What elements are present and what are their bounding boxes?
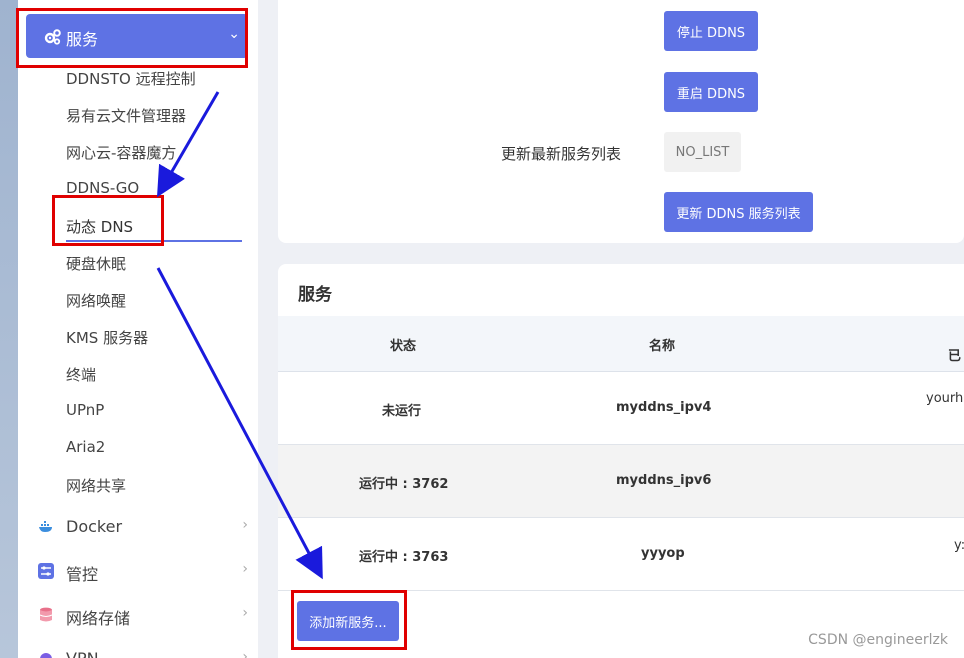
table-row: 运行中 : 3763 yyyop y:: [278, 518, 964, 591]
row-name: yyyop: [641, 546, 685, 561]
database-icon: [39, 607, 53, 622]
sidebar-item-label: 管控: [66, 565, 99, 584]
sidebar-item-wake-on-lan[interactable]: 网络唤醒: [66, 290, 126, 311]
table-row: 运行中 : 3762 myddns_ipv6: [278, 445, 964, 518]
sidebar-item-ddnsto[interactable]: DDNSTO 远程控制: [66, 68, 196, 89]
chevron-right-icon: ›: [242, 517, 248, 533]
sidebar-item-yiyouyun[interactable]: 易有云文件管理器: [66, 105, 186, 126]
sidebar-item-upnp[interactable]: UPnP: [66, 401, 104, 419]
sidebar-item-label: Docker: [66, 517, 123, 536]
column-extra: 已: [948, 349, 962, 364]
chevron-right-icon: ›: [242, 561, 248, 577]
row-extra: yourh: [926, 391, 964, 406]
row-extra: y:: [954, 538, 964, 553]
stop-ddns-button[interactable]: 停止 DDNS: [664, 11, 758, 51]
services-title: 服务: [298, 285, 332, 305]
row-name: myddns_ipv4: [616, 400, 712, 415]
sidebar-item-label: 网络存储: [66, 609, 131, 628]
update-list-label: 更新最新服务列表: [501, 145, 622, 163]
column-name: 名称: [649, 339, 676, 354]
update-service-list-button[interactable]: 更新 DDNS 服务列表: [664, 192, 813, 232]
chevron-right-icon: ›: [242, 649, 248, 658]
watermark: CSDN @engineerlzk: [808, 632, 948, 648]
sidebar-item-vpn[interactable]: VPN ›: [38, 647, 248, 658]
sidebar-item-docker[interactable]: Docker ›: [38, 515, 248, 539]
sidebar-item-network-share[interactable]: 网络共享: [66, 475, 126, 496]
sliders-icon: [38, 563, 54, 579]
sidebar-item-kms[interactable]: KMS 服务器: [66, 327, 148, 348]
table-row: 未运行 myddns_ipv4 yourh: [278, 372, 964, 445]
sidebar: 服务 ⌄ DDNSTO 远程控制 易有云文件管理器 网心云-容器魔方 DDNS-…: [18, 0, 258, 658]
vpn-icon: [40, 653, 52, 658]
sidebar-item-terminal[interactable]: 终端: [66, 364, 96, 385]
docker-icon: [39, 521, 52, 532]
row-name: myddns_ipv6: [616, 473, 712, 488]
ddns-control-panel: 停止 DDNS 重启 DDNS 更新最新服务列表 NO_LIST 更新 DDNS…: [278, 0, 964, 243]
annotation-highlight-add-button: [291, 590, 407, 650]
column-status: 状态: [390, 339, 417, 354]
row-status: 运行中 : 3762: [359, 477, 449, 492]
sidebar-item-aria2[interactable]: Aria2: [66, 438, 105, 456]
annotation-highlight-services: [16, 8, 248, 68]
sidebar-item-control[interactable]: 管控 ›: [38, 559, 248, 584]
sidebar-item-label: VPN: [66, 649, 99, 658]
row-status: 运行中 : 3763: [359, 550, 449, 565]
sidebar-item-nas[interactable]: 网络存储 ›: [38, 603, 248, 628]
restart-ddns-button[interactable]: 重启 DDNS: [664, 72, 758, 112]
sidebar-item-disk-sleep[interactable]: 硬盘休眠: [66, 253, 126, 274]
table-header: 状态 名称 已: [278, 316, 964, 372]
sidebar-item-wangxinyun[interactable]: 网心云-容器魔方: [66, 142, 176, 163]
row-status: 未运行: [382, 404, 422, 419]
desktop-edge: [0, 0, 18, 658]
chevron-right-icon: ›: [242, 605, 248, 621]
no-list-button[interactable]: NO_LIST: [664, 132, 741, 172]
annotation-highlight-dynamic-dns: [52, 195, 164, 246]
